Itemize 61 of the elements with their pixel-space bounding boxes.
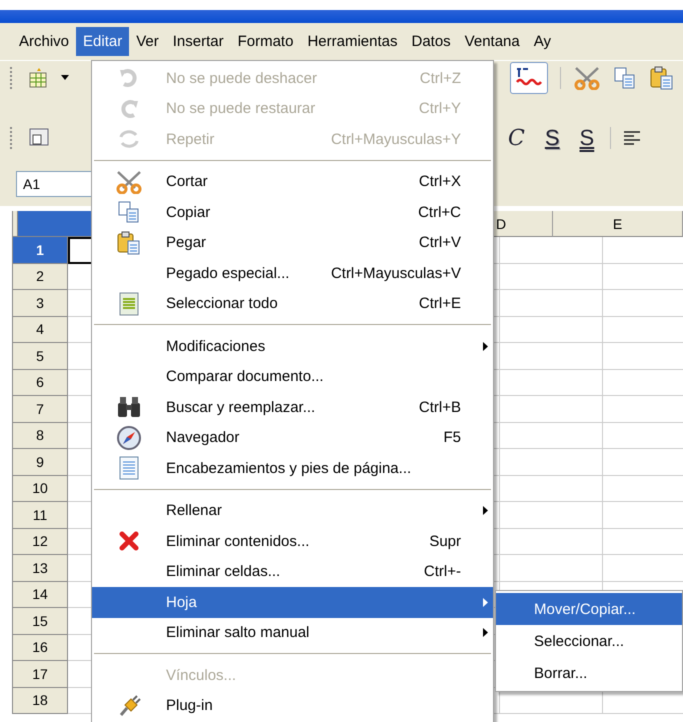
underline-button[interactable]: S [576,125,598,151]
menu-entry[interactable]: Eliminar contenidos... Supr [92,526,493,556]
menu-entry[interactable]: Hoja [92,587,493,618]
menu-entry[interactable]: Borrar... [496,657,682,689]
plug-icon [117,694,141,717]
row-header[interactable]: 9 [13,449,68,476]
dropdown-arrow-icon[interactable] [61,75,69,81]
page-icon [119,456,139,480]
row-header[interactable]: 6 [13,370,68,396]
row-header[interactable]: 10 [13,476,68,502]
menu-entry[interactable]: Comparar documento... [92,362,493,392]
paste-icon [116,230,142,256]
menu-entry[interactable]: Eliminar salto manual [92,618,493,648]
scissors-icon [115,170,143,194]
row-header[interactable]: 1 [13,237,68,264]
menu-item[interactable]: Ventana [458,27,527,56]
menu-item[interactable]: Ay [526,27,558,56]
row-header[interactable]: 7 [13,396,68,422]
row-header[interactable]: 15 [13,608,68,634]
menu-entry[interactable]: Mover/Copiar... [496,593,682,625]
align-left-icon[interactable] [623,131,642,145]
row-header[interactable]: 17 [13,661,68,688]
menu-item[interactable]: Formato [230,27,300,56]
row-header[interactable]: 16 [13,634,68,661]
document-icon [118,292,140,316]
menu-entry[interactable]: Navegador F5 [92,422,493,453]
row-header[interactable]: 2 [13,264,68,290]
row-header[interactable]: 5 [13,343,68,370]
new-spreadsheet-icon[interactable] [27,67,49,89]
menu-item[interactable]: Herramientas [300,27,404,56]
row-header[interactable]: 12 [13,528,68,555]
shadow-button[interactable]: S [540,125,564,151]
copy-icon [117,200,141,224]
row-header[interactable]: 8 [13,422,68,449]
spellcheck-icon[interactable] [510,62,548,94]
menu-item[interactable]: Ver [129,27,166,56]
menu-entry[interactable]: Eliminar celdas... Ctrl+- [92,556,493,587]
row-header[interactable]: 4 [13,316,68,343]
row-header[interactable]: 11 [13,502,68,528]
menu-entry[interactable]: Seleccionar todo Ctrl+E [92,288,493,319]
row-header[interactable]: 3 [13,290,68,316]
repeat-icon [118,129,140,150]
menu-entry[interactable]: Pegado especial... Ctrl+Mayusculas+V [92,258,493,288]
delete-icon [119,531,139,552]
menu-item[interactable]: Datos [404,27,458,56]
menu-entry[interactable]: Modificaciones [92,331,493,362]
binoculars-icon [116,395,142,420]
row-header[interactable]: 13 [13,555,68,582]
compass-icon [116,424,142,451]
menu-entry[interactable]: Seleccionar... [496,625,682,657]
menu-item[interactable]: Insertar [166,27,231,56]
row-header[interactable]: 14 [13,582,68,608]
menu-item[interactable]: Archivo [12,27,76,56]
menu-entry[interactable]: Plug-in [92,690,493,721]
menu-entry[interactable]: Buscar y reemplazar... Ctrl+B [92,392,493,422]
menu-entry[interactable]: Rellenar [92,496,493,526]
column-header[interactable]: E [553,211,683,237]
row-header[interactable]: 18 [13,688,68,714]
menu-entry[interactable]: Encabezamientos y pies de página... [92,453,493,484]
menu-item[interactable]: Editar [76,27,130,56]
italic-button[interactable]: C [504,126,529,150]
